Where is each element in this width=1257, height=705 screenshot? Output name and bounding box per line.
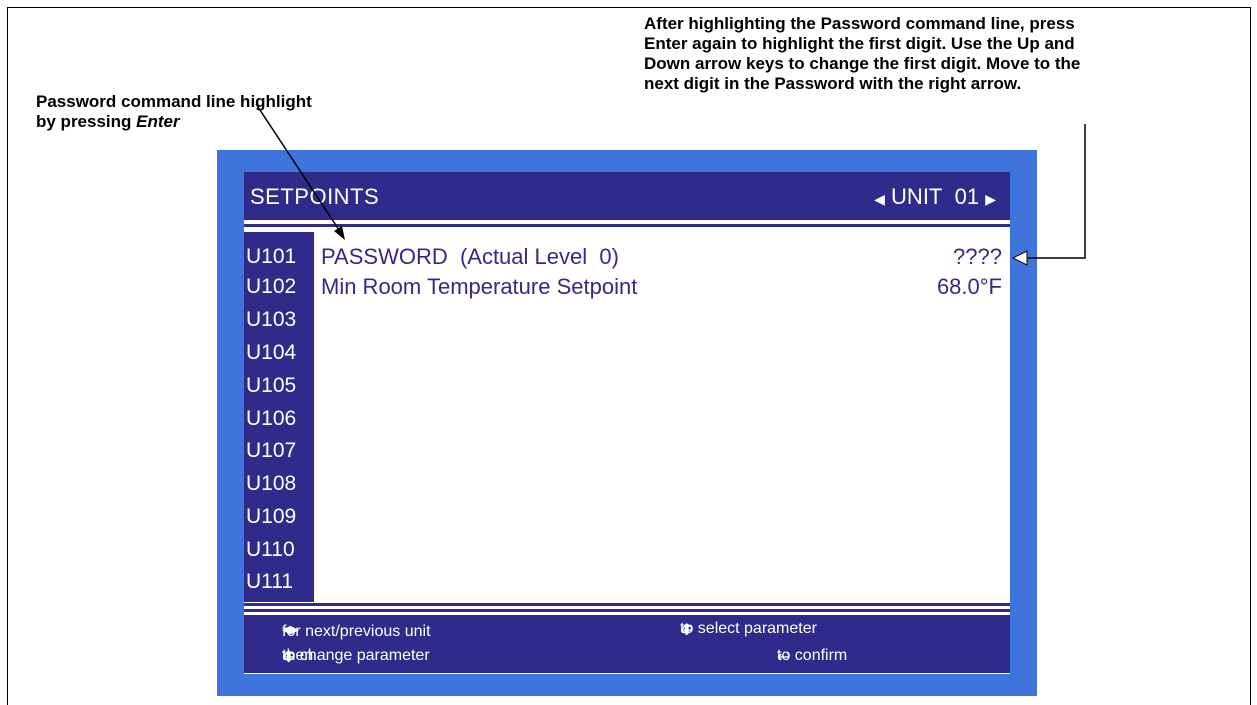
screen-title: SETPOINTS — [250, 184, 380, 209]
right-triangle-icon[interactable]: ▶ — [985, 191, 996, 207]
right-annotation-line4: next digit in the Password with the righ… — [644, 74, 1022, 93]
left-annotation-line2: by pressing Enter — [36, 112, 456, 132]
left-triangle-icon[interactable]: ◀ — [874, 191, 885, 207]
param-value[interactable]: 68.0°F — [937, 270, 1002, 303]
display-footer: ◀▶ for next/previous unit ↩ then ⬍ to ch… — [244, 615, 1010, 673]
param-id[interactable]: U102 — [246, 270, 296, 303]
left-annotation-line1: Password command line highlight — [36, 92, 312, 111]
right-annotation-line2: Enter again to highlight the first digit… — [644, 34, 1075, 53]
param-id[interactable]: U111 — [246, 565, 293, 598]
param-id[interactable]: U101 — [246, 240, 296, 273]
right-annotation-line3: Down arrow keys to change the first digi… — [644, 54, 1081, 73]
unit-number: 01 — [954, 184, 980, 209]
left-annotation: Password command line highlight by press… — [36, 92, 456, 132]
footer-confirm-text: to confirm — [777, 647, 848, 664]
footer-next-prev-text: for next/previous unit — [282, 623, 431, 640]
footer-change-text: to change parameter — [282, 647, 430, 664]
footer-divider — [244, 609, 1010, 612]
header-divider — [244, 224, 1010, 227]
param-id[interactable]: U107 — [246, 434, 296, 467]
param-id[interactable]: U109 — [246, 500, 296, 533]
param-id[interactable]: U103 — [246, 303, 296, 336]
param-id[interactable]: U105 — [246, 369, 296, 402]
param-name[interactable]: PASSWORD (Actual Level 0) — [321, 240, 619, 273]
param-id[interactable]: U110 — [246, 533, 295, 566]
unit-label: UNIT — [891, 184, 943, 209]
display-header: SETPOINTS ◀ UNIT 01 ▶ — [244, 172, 1010, 220]
param-name[interactable]: Min Room Temperature Setpoint — [321, 270, 637, 303]
footer-divider — [244, 603, 1010, 606]
unit-selector[interactable]: ◀ UNIT 01 ▶ — [874, 184, 996, 210]
right-annotation: After highlighting the Password command … — [644, 14, 1224, 94]
left-annotation-prefix: by pressing — [36, 112, 137, 131]
footer-select-text: to select parameter — [680, 620, 817, 637]
param-id[interactable]: U104 — [246, 336, 296, 369]
right-annotation-line1: After highlighting the Password command … — [644, 14, 1075, 33]
param-id[interactable]: U108 — [246, 467, 296, 500]
param-value[interactable]: ???? — [953, 240, 1002, 273]
left-annotation-enter: Enter — [136, 112, 180, 131]
param-id[interactable]: U106 — [246, 402, 296, 435]
